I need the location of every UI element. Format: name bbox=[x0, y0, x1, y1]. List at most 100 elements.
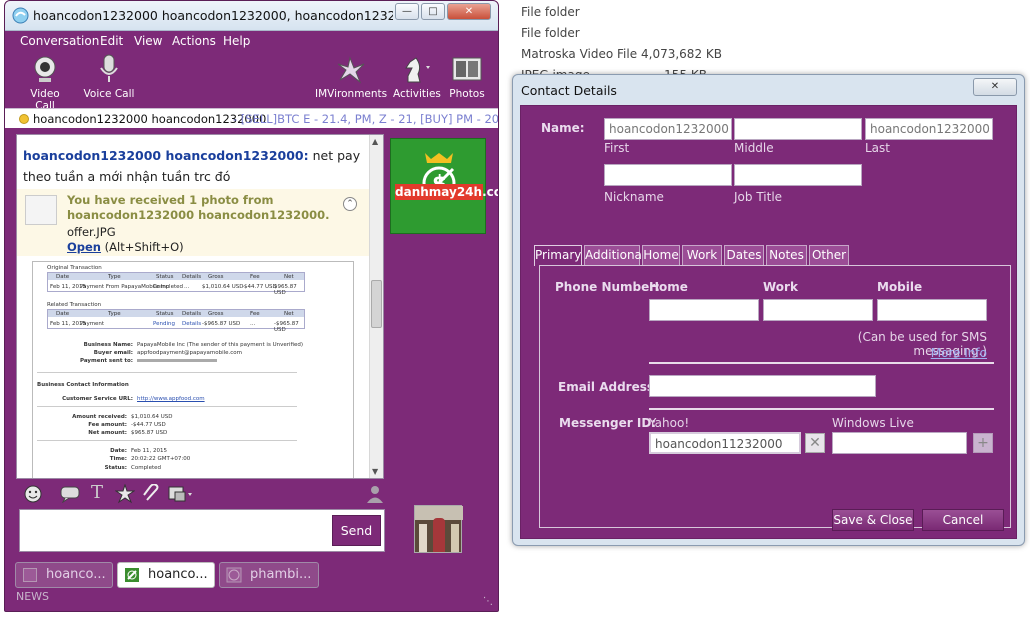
photos-icon bbox=[452, 57, 482, 81]
chat-tab-icon bbox=[23, 568, 37, 582]
menu-conversation[interactable]: Conversation bbox=[20, 34, 99, 48]
file-row: File folder bbox=[521, 26, 580, 40]
add-id-icon[interactable]: + bbox=[973, 433, 993, 453]
chess-knight-icon bbox=[405, 57, 430, 83]
job-title-field[interactable] bbox=[734, 164, 862, 186]
messenger-id-label: Messenger ID: bbox=[559, 416, 657, 430]
primary-tab-panel: Phone Number: Home Work Mobile (Can be u… bbox=[539, 265, 1011, 528]
resize-grip-icon[interactable]: ⋱ bbox=[483, 596, 495, 608]
tab-other[interactable]: Other bbox=[809, 245, 849, 265]
menu-bar: Conversation Edit View Actions Help bbox=[5, 32, 498, 52]
middle-name-field[interactable] bbox=[734, 118, 862, 140]
attach-icon[interactable] bbox=[141, 484, 161, 504]
receipt-table-1: Date Type Status Details Gross Fee Net F… bbox=[47, 272, 305, 296]
imvironments-button[interactable]: IMVironments bbox=[315, 53, 387, 100]
divider bbox=[649, 408, 994, 410]
share-screen-icon[interactable] bbox=[167, 484, 193, 504]
tab-conversation-2[interactable]: hoanco... bbox=[117, 562, 215, 588]
nickname-field[interactable] bbox=[604, 164, 732, 186]
text-format-icon[interactable]: T bbox=[91, 482, 103, 503]
maximize-button[interactable]: □ bbox=[421, 3, 445, 20]
messenger-logo-icon bbox=[12, 7, 29, 24]
file-row: Matroska Video File 4,073,682 KB bbox=[521, 47, 722, 61]
more-info-link[interactable]: More Info bbox=[920, 346, 987, 360]
scroll-thumb[interactable] bbox=[371, 280, 382, 328]
dialog-body: Name: hoancodon1232000 hoancodon1232000 … bbox=[520, 105, 1017, 539]
photo-tab-icon bbox=[125, 568, 139, 582]
scroll-down-icon[interactable]: ▼ bbox=[372, 467, 378, 476]
minimize-button[interactable]: — bbox=[395, 3, 419, 20]
ad-banner[interactable]: $ danhmay24h.com bbox=[390, 138, 498, 234]
cancel-button[interactable]: Cancel bbox=[922, 509, 1004, 531]
tab-notes[interactable]: Notes bbox=[766, 245, 807, 265]
divider bbox=[649, 362, 994, 364]
toolbar: Video Call Voice Call IMVironments Activ… bbox=[5, 53, 498, 112]
conversation-tabs: hoanco... hoanco... phambi... bbox=[15, 562, 495, 590]
video-call-button[interactable]: Video Call bbox=[19, 53, 71, 112]
activities-button[interactable]: Activities bbox=[393, 53, 441, 100]
email-field[interactable] bbox=[649, 375, 876, 397]
chat-message: hoancodon1232000 hoancodon1232000: net p… bbox=[23, 145, 365, 187]
scroll-up-icon[interactable]: ▲ bbox=[372, 137, 378, 146]
status-dot-icon bbox=[19, 114, 29, 124]
audible-icon[interactable] bbox=[59, 485, 81, 503]
contact-name[interactable]: hoancodon1232000 hoancodon1232000 bbox=[33, 112, 266, 126]
tab-primary[interactable]: Primary bbox=[534, 245, 582, 266]
title-bar[interactable]: hoancodon1232000 hoancodon1232000, hoanc… bbox=[5, 1, 498, 31]
microphone-icon bbox=[100, 54, 118, 82]
send-button[interactable]: Send bbox=[332, 515, 381, 546]
buzz-icon[interactable] bbox=[115, 484, 135, 504]
photos-button[interactable]: Photos bbox=[449, 53, 485, 100]
photo-notice-text: You have received 1 photo from hoancodon… bbox=[67, 193, 330, 222]
chat-history[interactable]: hoancodon1232000 hoancodon1232000: net p… bbox=[16, 134, 384, 479]
contact-details-dialog: Contact Details ✕ Name: hoancodon1232000… bbox=[512, 74, 1025, 546]
photo-filename: offer.JPG bbox=[67, 225, 116, 239]
last-name-field[interactable]: hoancodon1232000 bbox=[865, 118, 993, 140]
avatar[interactable] bbox=[414, 505, 463, 553]
open-photo-link[interactable]: Open bbox=[67, 240, 101, 254]
webcam-icon bbox=[34, 56, 56, 82]
menu-actions[interactable]: Actions bbox=[172, 34, 216, 48]
first-name-field[interactable]: hoancodon1232000 bbox=[604, 118, 732, 140]
collapse-icon[interactable]: ⌃ bbox=[343, 197, 357, 211]
contact-status: - [SELL]BTC E - 21.4, PM, Z - 21, [BUY] … bbox=[233, 112, 498, 126]
menu-help[interactable]: Help bbox=[223, 34, 250, 48]
tab-conversation-1[interactable]: hoanco... bbox=[15, 562, 113, 588]
messenger-window: hoancodon1232000 hoancodon1232000, hoanc… bbox=[4, 0, 499, 612]
tab-work[interactable]: Work bbox=[682, 245, 722, 265]
dialog-close-button[interactable]: ✕ bbox=[973, 78, 1017, 96]
menu-edit[interactable]: Edit bbox=[100, 34, 123, 48]
chat-scrollbar[interactable]: ▲ ▼ bbox=[369, 135, 383, 478]
receipt-table-2: Date Type Status Details Gross Fee Net F… bbox=[47, 309, 305, 333]
phone-label: Phone Number: bbox=[555, 280, 660, 294]
imvironments-icon bbox=[337, 56, 365, 84]
emoticon-tab-icon bbox=[226, 567, 242, 583]
save-close-button[interactable]: Save & Close bbox=[832, 509, 914, 531]
remove-id-icon[interactable]: ✕ bbox=[805, 433, 825, 453]
news-label[interactable]: NEWS bbox=[16, 590, 49, 603]
yahoo-id-field[interactable]: hoancodon11232000 bbox=[649, 432, 801, 454]
tab-dates[interactable]: Dates bbox=[724, 245, 764, 265]
home-phone-field[interactable] bbox=[649, 299, 759, 321]
received-photo[interactable]: Original Transaction Date Type Status De… bbox=[32, 261, 354, 478]
voice-call-button[interactable]: Voice Call bbox=[83, 53, 135, 100]
tab-conversation-3[interactable]: phambi... bbox=[219, 562, 319, 588]
mobile-phone-field[interactable] bbox=[877, 299, 987, 321]
file-row: File folder bbox=[521, 5, 580, 19]
window-title: hoancodon1232000 hoancodon1232000, hoanc… bbox=[33, 8, 393, 23]
format-toolbar: T bbox=[19, 482, 389, 506]
menu-view[interactable]: View bbox=[134, 34, 162, 48]
email-label: Email Address: bbox=[558, 380, 659, 394]
photo-thumbnail[interactable] bbox=[25, 195, 57, 225]
windows-live-field[interactable] bbox=[832, 432, 967, 454]
message-sender: hoancodon1232000 hoancodon1232000: bbox=[23, 148, 309, 163]
tab-additional[interactable]: Additional bbox=[584, 245, 645, 265]
photo-notice: You have received 1 photo from hoancodon… bbox=[17, 189, 370, 256]
message-input[interactable]: Send bbox=[19, 509, 385, 552]
emoticon-icon[interactable] bbox=[23, 484, 43, 504]
close-button[interactable]: ✕ bbox=[447, 3, 491, 20]
work-phone-field[interactable] bbox=[763, 299, 873, 321]
contact-info-icon[interactable] bbox=[365, 484, 387, 504]
conversation-header: hoancodon1232000 hoancodon1232000 - [SEL… bbox=[5, 108, 498, 128]
tab-home[interactable]: Home bbox=[642, 245, 680, 265]
